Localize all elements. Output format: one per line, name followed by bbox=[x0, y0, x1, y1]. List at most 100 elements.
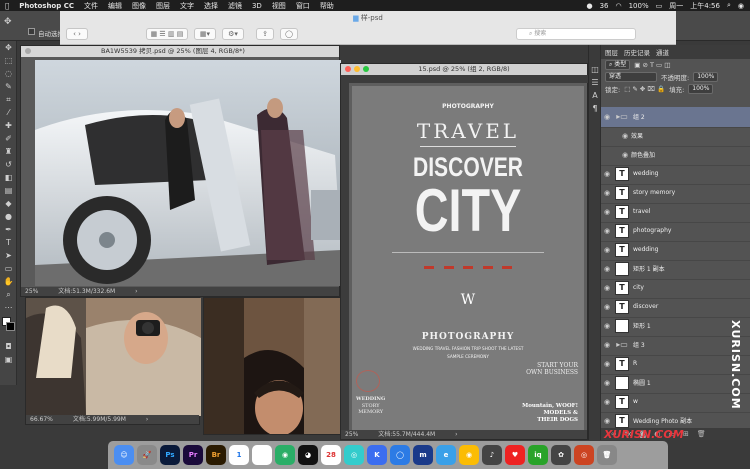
zoom-tool-icon[interactable]: ⌕ bbox=[0, 288, 17, 301]
zoom-level-poster[interactable]: 25% bbox=[345, 431, 358, 438]
back-forward-button[interactable]: ‹ › bbox=[66, 28, 88, 40]
color-swatches[interactable] bbox=[0, 314, 16, 340]
shape-tool-icon[interactable]: ▭ bbox=[0, 262, 17, 275]
layer-row[interactable]: ◉ T Wedding Photo 副本 bbox=[601, 411, 750, 428]
action-button[interactable]: ⚙▾ bbox=[222, 28, 244, 40]
menu-edit[interactable]: 编辑 bbox=[103, 1, 127, 11]
visibility-eye-icon[interactable]: ◉ bbox=[619, 132, 631, 140]
layer-row[interactable]: ◉ Tstory memory bbox=[601, 183, 750, 204]
finder-icon[interactable]: ☺ bbox=[114, 445, 134, 465]
bridge-icon[interactable]: Br bbox=[206, 445, 226, 465]
premiere-icon[interactable]: Pr bbox=[183, 445, 203, 465]
kind-filter-select[interactable]: ⌕ 类型 bbox=[605, 60, 631, 70]
menu-filter[interactable]: 滤镜 bbox=[223, 1, 247, 11]
tag-button[interactable]: ◯ bbox=[280, 28, 298, 40]
visibility-eye-icon[interactable]: ◉ bbox=[601, 170, 613, 178]
portrait-canvas[interactable] bbox=[26, 298, 201, 416]
drive-icon[interactable]: △ bbox=[252, 445, 272, 465]
layer-row[interactable]: ◉ Tdiscover bbox=[601, 297, 750, 318]
poster-artboard[interactable]: PHOTOGRAPHY TRAVEL DISCOVER CITY W PHOTO… bbox=[352, 86, 584, 430]
car-photo-canvas[interactable] bbox=[35, 60, 341, 286]
trash-icon[interactable]: 🗑 bbox=[597, 445, 617, 465]
visibility-eye-icon[interactable]: ◉ bbox=[601, 284, 613, 292]
background-color[interactable] bbox=[6, 322, 15, 331]
vertical-ruler[interactable] bbox=[341, 83, 349, 432]
menu-layer[interactable]: 图层 bbox=[151, 1, 175, 11]
auto-select-checkbox[interactable] bbox=[28, 28, 35, 35]
history-brush-tool-icon[interactable]: ↺ bbox=[0, 158, 17, 171]
layer-row[interactable]: ◉ 矩形 1 副本 bbox=[601, 259, 750, 280]
visibility-eye-icon[interactable]: ◉ bbox=[601, 227, 613, 235]
app-edge-icon[interactable]: e bbox=[436, 445, 456, 465]
eraser-tool-icon[interactable]: ◧ bbox=[0, 171, 17, 184]
stamp-tool-icon[interactable]: ♜ bbox=[0, 145, 17, 158]
status-arrow-icon[interactable]: › bbox=[146, 416, 148, 423]
zoom-level-portrait[interactable]: 66.67% bbox=[30, 416, 53, 423]
fill-input[interactable]: 100% bbox=[688, 84, 714, 94]
hand-tool-icon[interactable]: ✋ bbox=[0, 275, 17, 288]
zoom-level-car[interactable]: 25% bbox=[25, 288, 38, 295]
eyedropper-tool-icon[interactable]: ⁄ bbox=[0, 106, 17, 119]
visibility-eye-icon[interactable]: ◉ bbox=[601, 189, 613, 197]
visibility-eye-icon[interactable]: ◉ bbox=[601, 379, 613, 387]
layer-row[interactable]: ◉ ▸▭ 组 2 bbox=[601, 107, 750, 128]
calendar-icon[interactable]: 28 bbox=[321, 445, 341, 465]
move-tool-icon[interactable]: ✥ bbox=[4, 17, 12, 27]
menu-image[interactable]: 图像 bbox=[127, 1, 151, 11]
layer-row[interactable]: ◉ Twedding bbox=[601, 164, 750, 185]
apple-icon[interactable]:  bbox=[0, 2, 14, 10]
screen-mode-icon[interactable]: ▣ bbox=[0, 353, 17, 366]
layer-row[interactable]: ◉ Twedding bbox=[601, 240, 750, 261]
quick-select-tool-icon[interactable]: ✎ bbox=[0, 80, 17, 93]
blend-mode-select[interactable]: 穿透 bbox=[605, 72, 657, 82]
marquee-tool-icon[interactable]: ⬚ bbox=[0, 54, 17, 67]
document-tab-car[interactable]: BA1W5539 拷贝.psd @ 25% (图层 4, RGB/8*) bbox=[21, 46, 339, 57]
clock-time[interactable]: 上午4:56 bbox=[690, 1, 720, 11]
visibility-eye-icon[interactable]: ◉ bbox=[601, 265, 613, 273]
menu-app-name[interactable]: Photoshop CC bbox=[14, 2, 79, 10]
brush-tool-icon[interactable]: ✐ bbox=[0, 132, 17, 145]
visibility-eye-icon[interactable]: ◉ bbox=[601, 417, 613, 425]
dodge-tool-icon[interactable]: ● bbox=[0, 210, 17, 223]
app-m-icon[interactable]: m bbox=[413, 445, 433, 465]
path-select-tool-icon[interactable]: ➤ bbox=[0, 249, 17, 262]
layer-row[interactable]: ◉ Tcity bbox=[601, 278, 750, 299]
battery-icon[interactable]: ▭ bbox=[656, 2, 663, 10]
opacity-input[interactable]: 100% bbox=[693, 72, 719, 82]
wechat-icon[interactable]: ◉ bbox=[275, 445, 295, 465]
visibility-eye-icon[interactable]: ◉ bbox=[601, 360, 613, 368]
minimize-icon[interactable] bbox=[354, 66, 360, 72]
layer-row[interactable]: ◉ 效果 bbox=[601, 126, 750, 147]
share-button[interactable]: ⇪ bbox=[256, 28, 274, 40]
app-1-icon[interactable]: 1 bbox=[229, 445, 249, 465]
status-arrow-icon[interactable]: › bbox=[135, 288, 137, 295]
move-tool-icon[interactable]: ✥ bbox=[0, 41, 17, 54]
gradient-tool-icon[interactable]: ▤ bbox=[0, 184, 17, 197]
menu-view[interactable]: 视图 bbox=[267, 1, 291, 11]
menu-window[interactable]: 窗口 bbox=[291, 1, 315, 11]
search-icon[interactable]: ⌕ bbox=[727, 1, 731, 10]
healing-tool-icon[interactable]: ✚ bbox=[0, 119, 17, 132]
qq-icon[interactable]: ◕ bbox=[298, 445, 318, 465]
visibility-eye-icon[interactable]: ◉ bbox=[601, 113, 613, 121]
app-red-icon[interactable]: ♥ bbox=[505, 445, 525, 465]
blur-tool-icon[interactable]: ◆ bbox=[0, 197, 17, 210]
more-tools-icon[interactable]: ⋯ bbox=[0, 301, 17, 314]
finder-search-input[interactable]: ⌕ 搜索 bbox=[516, 28, 636, 40]
app-music-icon[interactable]: ♪ bbox=[482, 445, 502, 465]
app-circle-icon[interactable]: ◯ bbox=[390, 445, 410, 465]
lock-icons[interactable]: ⬚ ✎ ✥ ⌧ 🔒 bbox=[624, 85, 665, 93]
visibility-eye-icon[interactable]: ◉ bbox=[601, 322, 613, 330]
visibility-eye-icon[interactable]: ◉ bbox=[601, 208, 613, 216]
visibility-eye-icon[interactable]: ◉ bbox=[601, 341, 613, 349]
tab-channels[interactable]: 通道 bbox=[656, 47, 669, 57]
app-k-icon[interactable]: K bbox=[367, 445, 387, 465]
view-mode-button[interactable]: ▦ ☰ ▥ ▤ bbox=[146, 28, 188, 40]
menu-file[interactable]: 文件 bbox=[79, 1, 103, 11]
visibility-eye-icon[interactable]: ◉ bbox=[601, 398, 613, 406]
menu-3d[interactable]: 3D bbox=[247, 2, 267, 10]
woman-photo[interactable] bbox=[204, 298, 343, 435]
app-flower-icon[interactable]: ✿ bbox=[551, 445, 571, 465]
horizontal-ruler[interactable] bbox=[341, 75, 589, 83]
quick-mask-icon[interactable]: ◘ bbox=[0, 340, 17, 353]
